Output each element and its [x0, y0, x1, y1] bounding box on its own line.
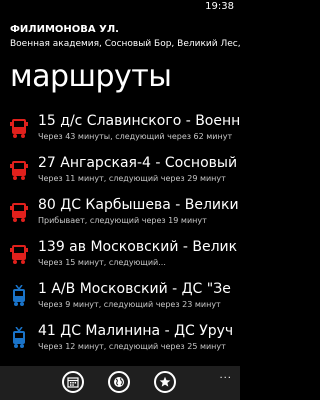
- route-item[interactable]: 139 ав Московский - Велик Через 15 минут…: [0, 238, 240, 280]
- route-item[interactable]: 41 ДС Малинина - ДС Уруч Через 12 минут,…: [0, 322, 240, 364]
- bus-icon: [10, 161, 28, 180]
- route-title: 15 д/с Славинского - Военн: [38, 113, 240, 129]
- route-title: 41 ДС Малинина - ДС Уруч: [38, 323, 234, 339]
- route-title: 139 ав Московский - Велик: [38, 239, 238, 255]
- globe-button[interactable]: [108, 371, 130, 393]
- bus-icon: [10, 203, 28, 222]
- trolleybus-icon: [13, 327, 25, 348]
- app-bar: ...: [0, 366, 240, 400]
- stop-list: Военная академия, Сосновый Бор, Великий …: [10, 39, 240, 49]
- route-item[interactable]: 27 Ангарская-4 - Сосновый Через 11 минут…: [0, 154, 240, 196]
- route-list: 15 д/с Славинского - Военн Через 43 мину…: [0, 112, 240, 364]
- route-arrival: Через 12 минут, следующий через 25 минут: [38, 342, 226, 351]
- page-title: маршруты: [10, 59, 172, 94]
- bus-icon: [10, 119, 28, 138]
- route-arrival: Через 15 минут, следующий...: [38, 258, 166, 267]
- route-title: 1 А/В Московский - ДС "Зе: [38, 281, 231, 297]
- route-arrival: Через 11 минут, следующий через 29 минут: [38, 174, 226, 183]
- street-name: ФИЛИМОНОВА УЛ.: [10, 24, 119, 35]
- route-arrival: Через 9 минут, следующий через 23 минут: [38, 300, 221, 309]
- route-arrival: Прибывает, следующий через 19 минут: [38, 216, 207, 225]
- more-menu[interactable]: ...: [219, 371, 232, 381]
- route-title: 80 ДС Карбышева - Велики: [38, 197, 239, 213]
- trolleybus-icon: [13, 285, 25, 306]
- route-title: 27 Ангарская-4 - Сосновый: [38, 155, 238, 171]
- star-icon: [159, 376, 171, 387]
- route-item[interactable]: 15 д/с Славинского - Военн Через 43 мину…: [0, 112, 240, 154]
- calendar-icon: [67, 377, 79, 388]
- favorites-button[interactable]: [154, 371, 176, 393]
- calendar-button[interactable]: [62, 371, 84, 393]
- globe-icon: [114, 377, 124, 387]
- route-arrival: Через 43 минуты, следующий через 62 мину…: [38, 132, 233, 141]
- status-bar: 19:38: [0, 0, 240, 14]
- route-item[interactable]: 80 ДС Карбышева - Велики Прибывает, след…: [0, 196, 240, 238]
- route-item[interactable]: 1 А/В Московский - ДС "Зе Через 9 минут,…: [0, 280, 240, 322]
- bus-icon: [10, 245, 28, 264]
- clock: 19:38: [205, 1, 234, 12]
